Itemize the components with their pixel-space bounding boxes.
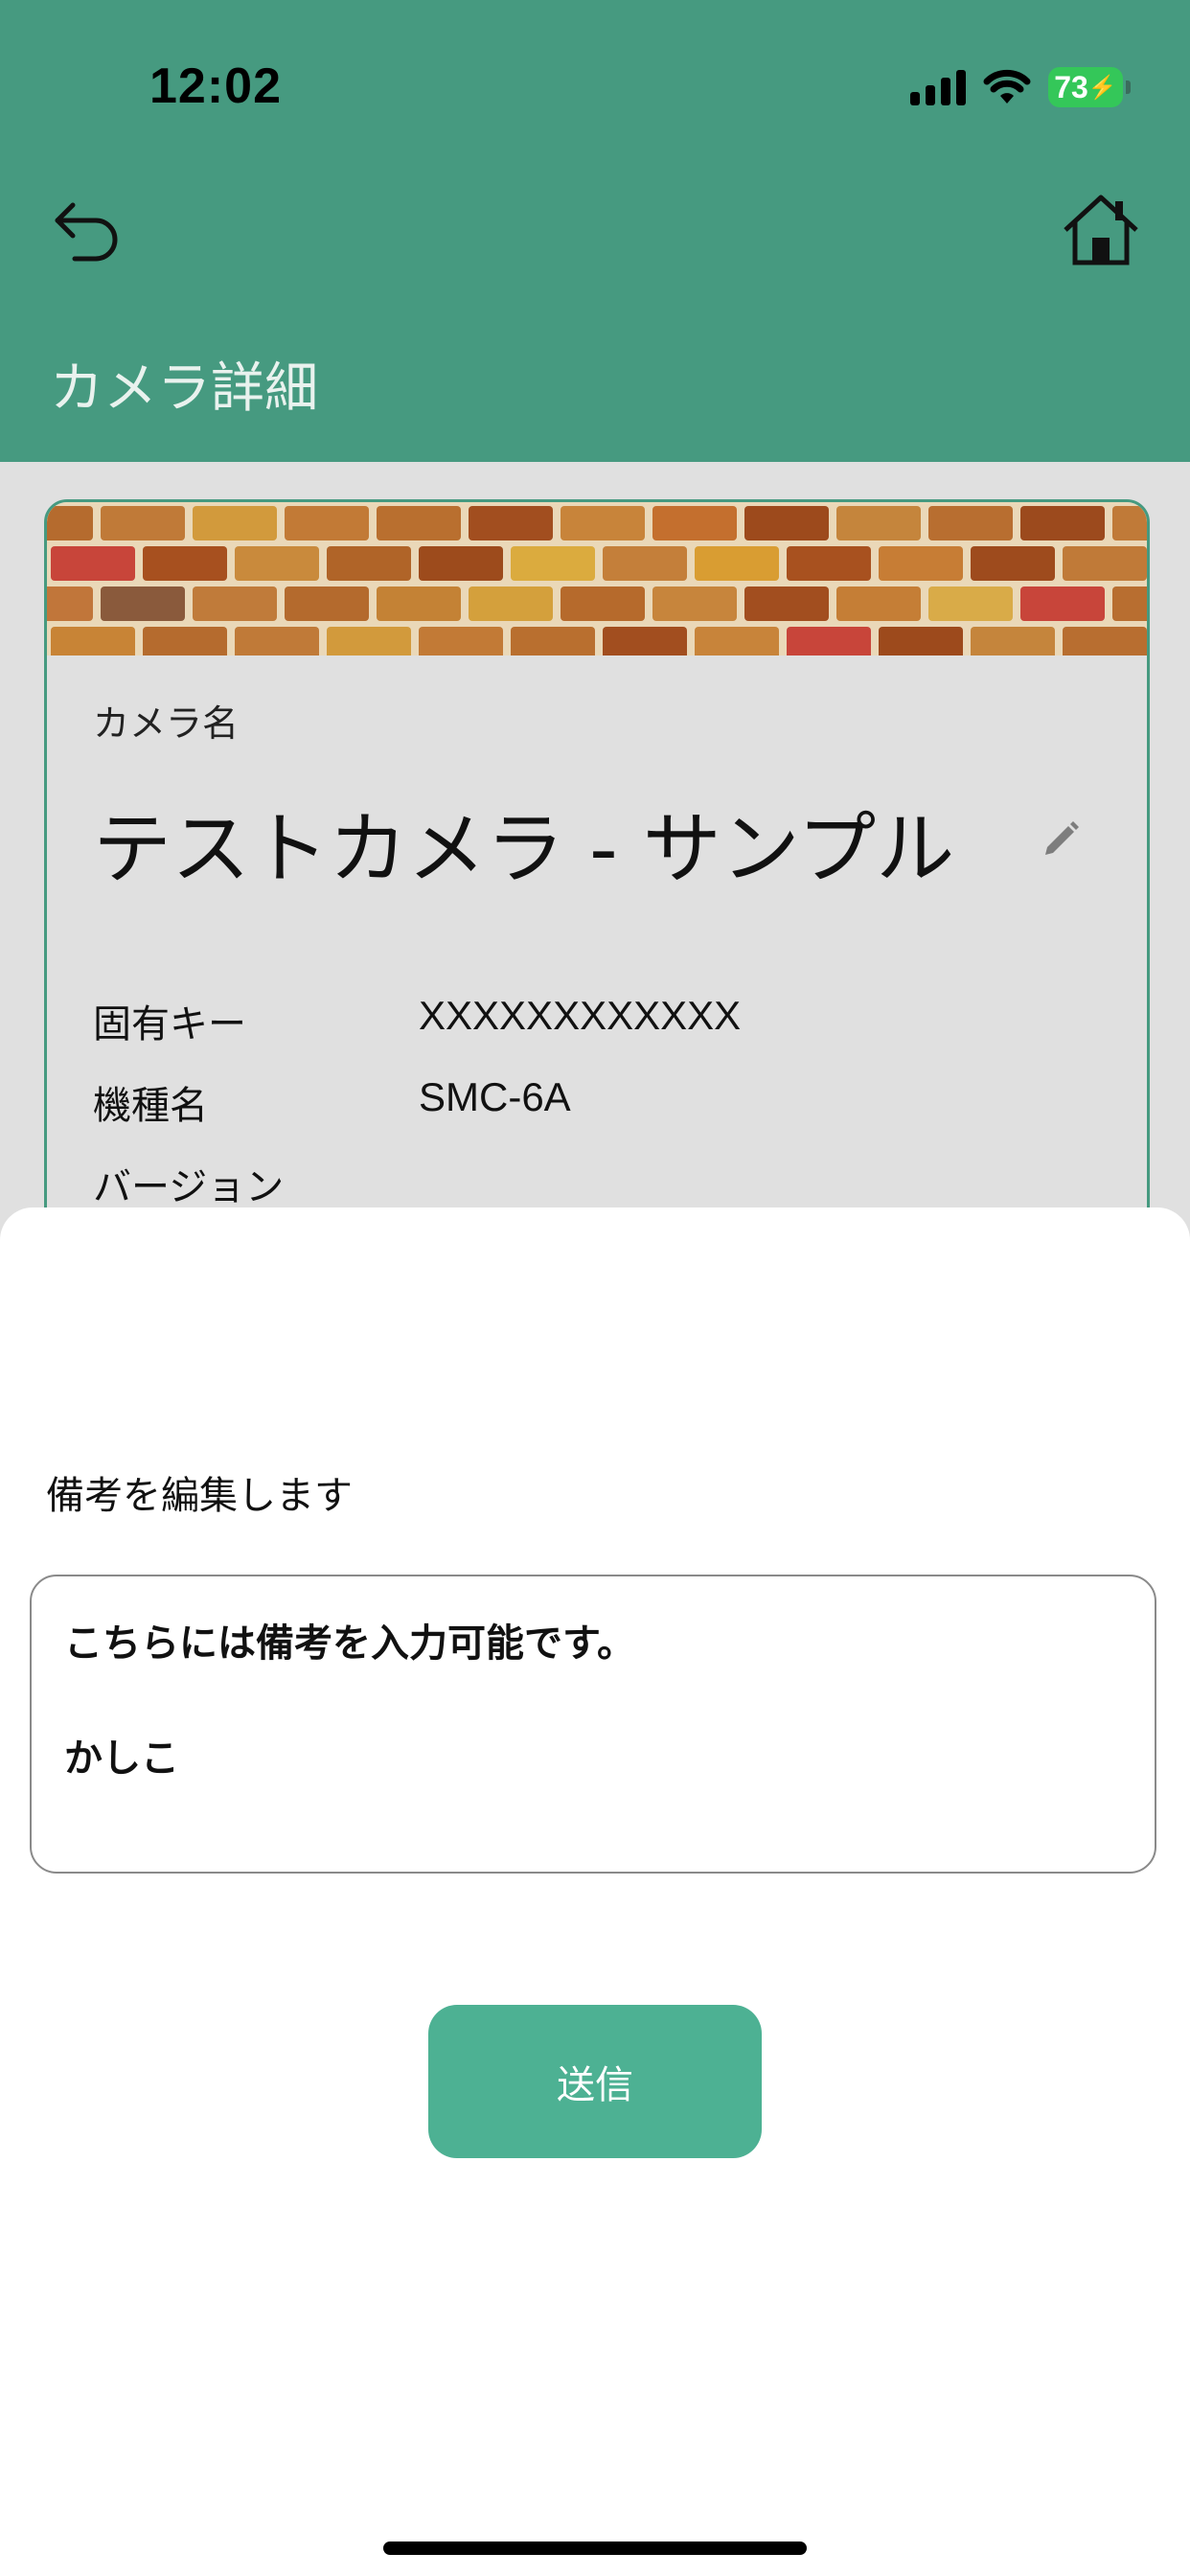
- memo-textarea[interactable]: こちらには備考を入力可能です。 かしこ: [30, 1575, 1156, 1874]
- camera-name: テストカメラ - サンプル: [93, 804, 955, 895]
- wifi-icon: [983, 69, 1031, 104]
- pencil-icon[interactable]: [1040, 818, 1082, 861]
- battery-level: 73: [1054, 69, 1088, 104]
- status-indicators: 73 ⚡: [910, 63, 1131, 111]
- unique-key-value: XXXXXXXXXXXX: [419, 993, 742, 1038]
- home-indicator: [383, 2542, 807, 2555]
- model-name-label: 機種名: [93, 1084, 208, 1128]
- camera-name-label: カメラ名: [93, 702, 240, 745]
- sheet-heading: 備考を編集します: [46, 1474, 353, 1518]
- memo-line: こちらには備考を入力可能です。: [64, 1622, 635, 1666]
- edit-memo-sheet: 備考を編集します こちらには備考を入力可能です。 かしこ 送信: [0, 1208, 1190, 2576]
- undo-arrow-icon[interactable]: [50, 192, 126, 268]
- model-name-value: SMC-6A: [419, 1074, 571, 1119]
- home-icon[interactable]: [1060, 192, 1142, 268]
- version-label: バージョン: [93, 1165, 285, 1209]
- page-title: カメラ詳細: [50, 357, 318, 420]
- app-header: 12:02 73 ⚡ カメラ詳細: [0, 0, 1190, 462]
- memo-line: かしこ: [64, 1736, 179, 1781]
- unique-key-label: 固有キー: [93, 1002, 246, 1046]
- battery-icon: 73 ⚡: [1048, 67, 1131, 107]
- cellular-signal-icon: [910, 69, 966, 105]
- status-time: 12:02: [149, 58, 282, 114]
- send-button[interactable]: 送信: [428, 2005, 762, 2158]
- brick-wall-image: [47, 502, 1147, 656]
